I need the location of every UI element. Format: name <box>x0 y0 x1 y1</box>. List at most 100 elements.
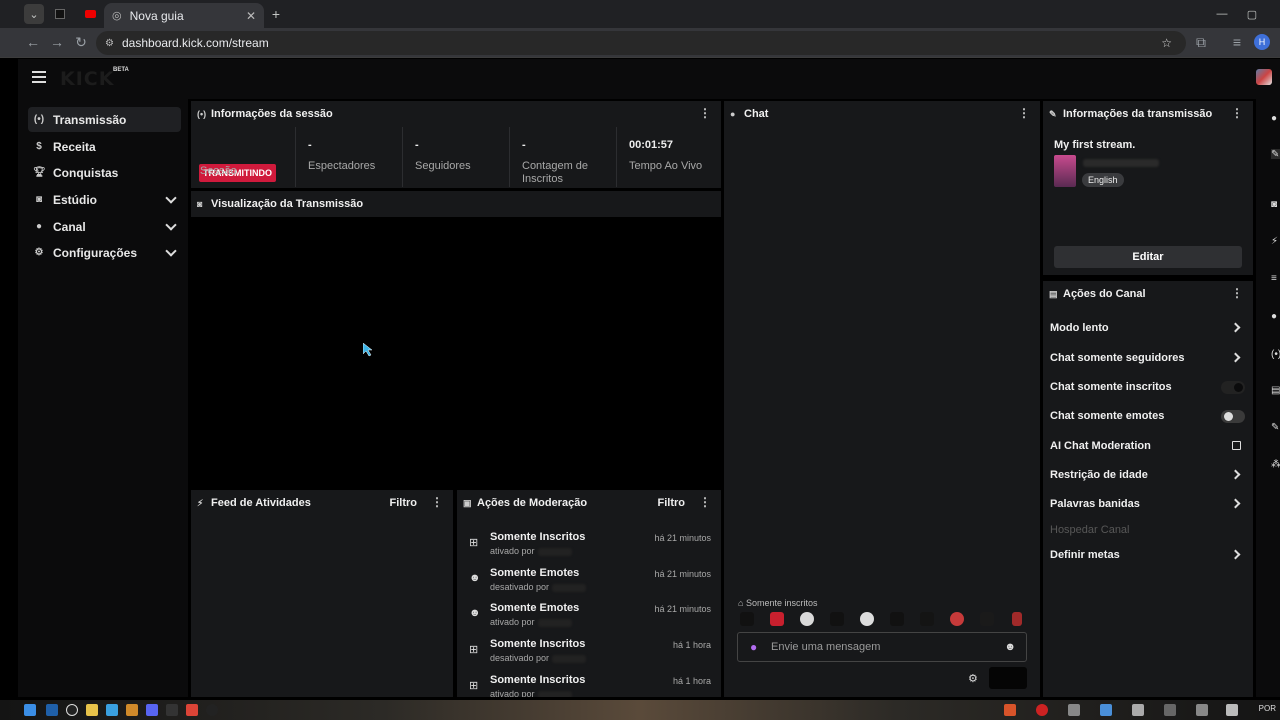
sidebar-item-transmissao[interactable]: (•) Transmissão <box>28 107 181 132</box>
panel-title: Ações de Moderação <box>477 497 588 509</box>
send-button[interactable] <box>989 667 1027 689</box>
session-label: Sessão <box>200 165 237 177</box>
pinned-tab-kick[interactable] <box>50 4 70 24</box>
folder-icon[interactable] <box>86 704 98 716</box>
more-options-icon[interactable]: ⋮ <box>1018 106 1030 120</box>
channel-actions-panel: ▤ Ações do Canal ⋮ <box>1043 281 1253 697</box>
emote-button[interactable] <box>950 612 964 626</box>
sidebar-item-estudio[interactable]: ◙ Estúdio <box>28 187 181 212</box>
studio-icon[interactable]: ◙ <box>1271 199 1280 209</box>
stream-info-header: ✎ Informações da transmissão ⋮ <box>1043 101 1253 127</box>
tray-icon[interactable] <box>1196 704 1208 716</box>
chevron-down-icon <box>165 245 177 257</box>
edit-button[interactable]: Editar <box>1054 246 1242 268</box>
volume-icon[interactable] <box>1226 704 1238 716</box>
tray-icon[interactable] <box>1132 704 1144 716</box>
emote-button[interactable] <box>860 612 874 626</box>
obs-icon[interactable] <box>206 704 218 716</box>
list-item: ⊞ Somente Inscritos ativado por há 21 mi… <box>465 528 715 564</box>
action-banned-words[interactable]: Palavras banidas <box>1043 493 1253 515</box>
lightning-icon[interactable]: ⚡︎ <box>1271 236 1280 246</box>
subscribers-only-toggle[interactable] <box>1221 381 1245 394</box>
more-options-icon[interactable]: ⋮ <box>1231 286 1243 300</box>
more-options-icon[interactable]: ⋮ <box>699 495 711 509</box>
app-icon[interactable] <box>166 704 178 716</box>
smiley-icon: ☻ <box>469 572 481 584</box>
filter-button[interactable]: Filtro <box>658 497 686 509</box>
more-options-icon[interactable]: ⋮ <box>431 495 443 509</box>
tray-icon[interactable] <box>1036 704 1048 716</box>
emote-button[interactable] <box>890 612 904 626</box>
emotes-only-toggle[interactable] <box>1221 410 1245 423</box>
action-age-restriction[interactable]: Restrição de idade <box>1043 464 1253 486</box>
action-ai-chat-moderation[interactable]: AI Chat Moderation <box>1043 435 1253 457</box>
profile-avatar[interactable]: H <box>1254 34 1270 50</box>
maximize-button[interactable]: ▢ <box>1242 4 1262 24</box>
tray-icon[interactable] <box>1100 704 1112 716</box>
emote-button[interactable] <box>740 612 754 626</box>
discord-icon[interactable] <box>146 704 158 716</box>
sidebar-item-canal[interactable]: ● Canal <box>28 214 181 239</box>
action-set-goals[interactable]: Definir metas <box>1043 544 1253 566</box>
edit-icon[interactable]: ✎ <box>1271 149 1280 159</box>
steam-icon[interactable] <box>46 704 58 716</box>
sidebar-item-receita[interactable]: $ Receita <box>28 134 181 159</box>
microphone-icon[interactable]: ● <box>750 640 757 654</box>
tray-icon[interactable] <box>1068 704 1080 716</box>
info-icon[interactable]: ● <box>1271 113 1280 123</box>
filter-button[interactable]: Filtro <box>390 497 418 509</box>
emote-button[interactable] <box>980 612 994 626</box>
app-icon[interactable] <box>126 704 138 716</box>
tab-search-button[interactable]: ⌄ <box>24 4 44 24</box>
emote-button[interactable] <box>830 612 844 626</box>
chevron-right-icon <box>1230 498 1241 509</box>
new-tab-button[interactable]: + <box>266 4 286 24</box>
tray-icon[interactable] <box>1004 704 1016 716</box>
media-controls-icon[interactable]: ≡ <box>1228 34 1246 50</box>
stream-preview[interactable] <box>191 217 721 489</box>
emote-button[interactable] <box>800 612 814 626</box>
address-bar[interactable]: ⚙ dashboard.kick.com/stream ☆ <box>96 31 1186 55</box>
back-icon[interactable]: ← <box>24 34 42 50</box>
more-options-icon[interactable]: ⋮ <box>1231 106 1243 120</box>
reload-icon[interactable]: ↻ <box>72 34 90 51</box>
menu-icon[interactable] <box>32 71 46 83</box>
app-icon[interactable] <box>66 704 78 716</box>
emote-button[interactable] <box>770 612 784 626</box>
pinned-tab-youtube[interactable] <box>80 4 100 24</box>
bookmark-star-icon[interactable]: ☆ <box>1161 36 1172 50</box>
emote-button[interactable] <box>920 612 934 626</box>
minimize-button[interactable]: — <box>1212 4 1232 24</box>
action-slow-mode[interactable]: Modo lento <box>1043 317 1253 339</box>
actions-icon[interactable]: ▤ <box>1271 385 1280 395</box>
extensions-icon[interactable]: ⧉ <box>1192 34 1210 51</box>
user-avatar[interactable] <box>1256 69 1272 85</box>
action-subscribers-only-chat: Chat somente inscritos <box>1043 376 1253 398</box>
edge-icon[interactable] <box>106 704 118 716</box>
mod-time: há 21 minutos <box>654 533 711 543</box>
app-header: KICK BETA <box>18 59 1280 99</box>
chat-message-input[interactable]: ● Envie uma mensagem ☻ <box>737 632 1027 662</box>
action-followers-only-chat[interactable]: Chat somente seguidores <box>1043 347 1253 369</box>
sidebar-item-configuracoes[interactable]: ⚙ Configurações <box>28 240 181 265</box>
close-tab-icon[interactable]: ✕ <box>246 9 256 23</box>
tray-icon[interactable] <box>1164 704 1176 716</box>
forward-icon[interactable]: → <box>48 34 66 50</box>
language-indicator[interactable]: POR <box>1259 704 1276 713</box>
start-icon[interactable] <box>24 704 36 716</box>
sidebar-item-conquistas[interactable]: 🏆︎ Conquistas <box>28 160 181 185</box>
chat-settings-gear-icon[interactable]: ⚙ <box>968 672 978 685</box>
share-icon[interactable]: ⁂ <box>1271 459 1280 469</box>
emote-button[interactable] <box>1012 612 1022 626</box>
tab-new-tab[interactable]: ◎ Nova guia ✕ <box>104 3 264 28</box>
more-options-icon[interactable]: ⋮ <box>699 106 711 120</box>
emoji-icon[interactable]: ☻ <box>1004 641 1016 653</box>
chrome-icon[interactable] <box>186 704 198 716</box>
redacted-username <box>552 654 587 663</box>
list-icon[interactable]: ≡ <box>1271 273 1280 283</box>
broadcast-icon[interactable]: (•) <box>1271 349 1280 359</box>
kick-logo[interactable]: KICK <box>60 68 114 90</box>
chat-icon[interactable]: ● <box>1271 311 1280 321</box>
site-info-icon[interactable]: ⚙ <box>105 38 114 49</box>
wrench-icon[interactable]: ✎ <box>1271 422 1280 432</box>
